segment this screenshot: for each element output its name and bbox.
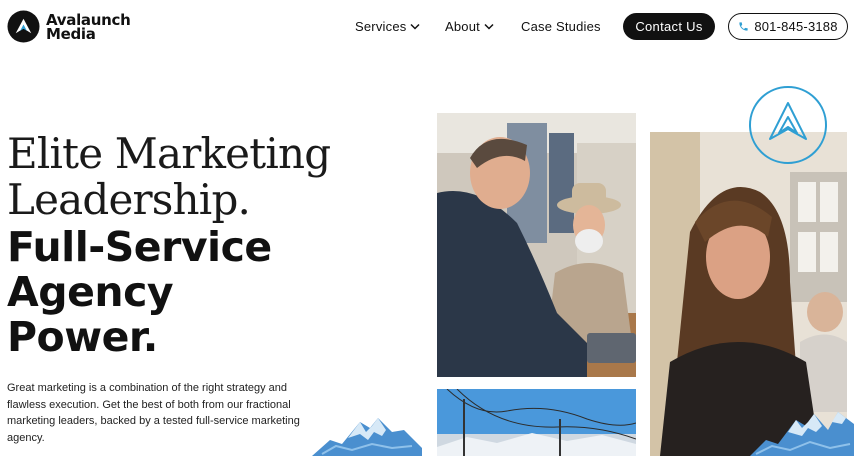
mountain-graphic [750, 412, 854, 456]
phone-icon [739, 22, 748, 31]
nav-case-studies[interactable]: Case Studies [521, 19, 601, 34]
hero-intro-paragraph: Great marketing is a combination of the … [7, 382, 300, 444]
nav-about-label: About [445, 19, 480, 34]
nav-case-studies-label: Case Studies [521, 19, 601, 34]
hero-bold-line-2: Agency [7, 268, 174, 316]
hero-headline-bold: Full-Service Agency Power. [7, 225, 272, 360]
string-lights-photo [437, 389, 636, 456]
hero-bold-line-1: Full-Service [7, 223, 272, 271]
nav-about[interactable]: About [445, 19, 494, 34]
brand-line-2: Media [46, 24, 96, 43]
meeting-photo [437, 113, 636, 377]
nav-services[interactable]: Services [355, 19, 420, 34]
brand-wordmark: Avalaunch Media [46, 12, 131, 43]
mountain-graphic [312, 418, 422, 456]
chevron-down-icon [484, 23, 494, 30]
contact-us-button[interactable]: Contact Us [623, 13, 715, 40]
mountain-peak-logo-icon [7, 10, 40, 43]
hero-headline-serif: Elite Marketing Leadership. [7, 129, 331, 224]
hero-serif-line-1: Elite Marketing [7, 129, 331, 178]
chevron-down-icon [410, 23, 420, 30]
hero-serif-line-2: Leadership. [7, 175, 251, 224]
phone-number-label: 801-845-3188 [754, 19, 838, 34]
brand-logo[interactable]: Avalaunch Media [7, 10, 131, 43]
hero-bold-line-3: Power. [7, 313, 158, 361]
phone-button[interactable]: 801-845-3188 [728, 13, 848, 40]
mountain-peak-badge-icon [749, 86, 827, 164]
nav-services-label: Services [355, 19, 407, 34]
